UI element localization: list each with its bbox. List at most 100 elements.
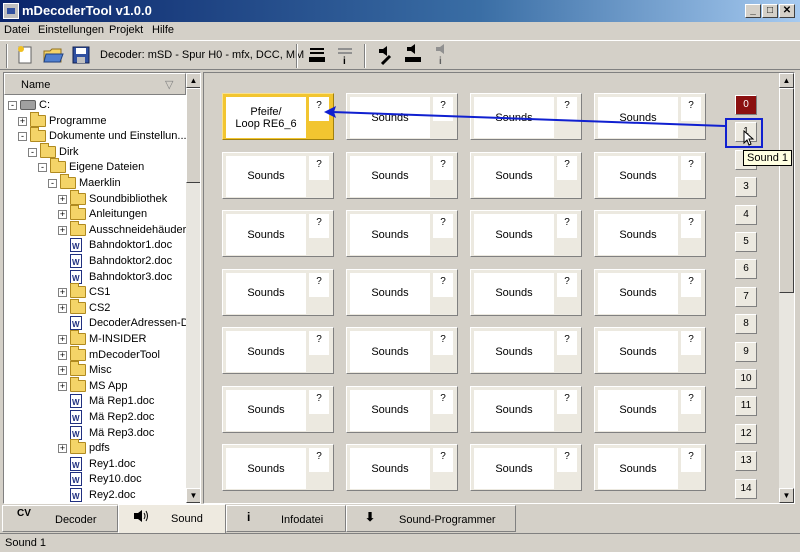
tree-item[interactable]: - Eigene Dateien (4, 158, 184, 175)
sound-slot-help-button[interactable]: ? (309, 155, 329, 180)
tree-item[interactable]: + MS App (4, 376, 184, 394)
sound-slot-help-button[interactable]: ? (681, 214, 701, 238)
sound-slot-button[interactable]: Sounds? (346, 151, 458, 199)
expand-icon[interactable]: + (58, 194, 67, 204)
sound-slot-help-button[interactable]: ? (433, 214, 453, 238)
tree-item[interactable]: + Misc (4, 361, 184, 378)
sound-slot-button[interactable]: Sounds? (222, 385, 334, 433)
minimize-button[interactable]: _ (745, 4, 761, 18)
tree-item[interactable]: Mä Rep2.doc (4, 409, 184, 427)
sound-slot-button[interactable]: Sounds? (470, 151, 582, 199)
expand-icon[interactable]: + (58, 335, 67, 344)
collapse-icon[interactable]: - (38, 163, 47, 173)
decoder-read-icon[interactable] (306, 44, 328, 66)
sound-number-button[interactable]: 5 (735, 232, 757, 252)
sound-slot-button[interactable]: Pfeife/Loop RE6_6? (222, 93, 334, 140)
tree-item[interactable]: Rey10.doc (4, 471, 184, 489)
tab-sound-programmer[interactable]: ⬇ Sound-Programmer (346, 505, 516, 532)
sound-slot-button[interactable]: Sounds? (346, 268, 458, 316)
tree-item[interactable]: Rey2.doc (4, 487, 184, 503)
sound-slot-help-button[interactable]: ? (433, 448, 453, 472)
sound-slot-help-button[interactable]: ? (557, 331, 577, 355)
tree-item[interactable]: + CS2 (4, 298, 184, 316)
tab-decoder[interactable]: CV Decoder (2, 505, 118, 532)
tree-item[interactable]: + pdfs (4, 439, 184, 456)
sound-number-button[interactable]: 9 (735, 341, 757, 362)
new-file-icon[interactable] (14, 44, 36, 66)
sound-slot-button[interactable]: Sounds? (470, 444, 582, 491)
sound-slot-button[interactable]: Sounds? (346, 444, 458, 491)
file-tree[interactable]: Name ▽ - C: + Programme - Dokumente und Einst… (3, 72, 201, 504)
tree-item[interactable]: + mDecoderTool (4, 345, 184, 363)
sound-slot-button[interactable]: Sounds? (346, 385, 458, 433)
expand-icon[interactable]: + (58, 288, 67, 298)
main-scroll-down-icon[interactable]: ▼ (779, 488, 794, 503)
tree-item[interactable]: + Soundbibliothek (4, 189, 184, 207)
sound-slot-help-button[interactable]: ? (433, 331, 453, 355)
sound-slot-help-button[interactable]: ? (309, 448, 329, 472)
sound-slot-button[interactable]: Sounds? (470, 210, 582, 257)
collapse-icon[interactable]: - (18, 132, 27, 142)
expand-icon[interactable]: + (58, 225, 67, 235)
decoder-info-icon[interactable]: i (334, 44, 356, 67)
tree-scroll-down-icon[interactable]: ▼ (186, 488, 200, 503)
sound-slot-button[interactable]: Sounds? (222, 268, 334, 316)
tree-scrollbar[interactable]: ▲ ▼ (186, 73, 200, 503)
tree-item[interactable]: + Anleitungen (4, 205, 184, 222)
sound-slot-button[interactable]: Sounds? (594, 327, 706, 374)
tree-item[interactable]: Bahndoktor3.doc (4, 269, 184, 287)
sound-slot-button[interactable]: Sounds? (594, 268, 706, 316)
sound-slot-help-button[interactable]: ? (557, 448, 577, 472)
sound-slot-help-button[interactable]: ? (557, 389, 577, 414)
collapse-icon[interactable]: - (48, 179, 57, 188)
sound-number-button[interactable]: 12 (735, 423, 757, 444)
tree-item[interactable]: - Maerklin (4, 174, 184, 191)
expand-icon[interactable]: + (58, 444, 67, 454)
sound-number-button[interactable]: 3 (735, 177, 757, 198)
expand-icon[interactable]: + (58, 350, 67, 360)
sound-slot-help-button[interactable]: ? (557, 272, 577, 297)
menu-einstellungen[interactable]: Einstellungen (38, 24, 104, 36)
sound-slot-button[interactable]: Sounds? (346, 327, 458, 374)
tree-item[interactable]: - Dirk (4, 142, 184, 160)
sound-slot-button[interactable]: Sounds? (222, 327, 334, 374)
sound-number-button[interactable]: 11 (735, 396, 757, 417)
sound-slot-button[interactable]: Sounds? (594, 151, 706, 199)
sound-slot-help-button[interactable]: ? (681, 448, 701, 472)
sound-slot-button[interactable]: Sounds? (594, 210, 706, 257)
sound-slot-button[interactable]: Sounds? (222, 210, 334, 257)
tab-infodatei[interactable]: i Infodatei (226, 505, 346, 532)
sound-slot-help-button[interactable]: ? (681, 155, 701, 180)
menu-projekt[interactable]: Projekt (109, 24, 143, 36)
menu-datei[interactable]: Datei (4, 24, 30, 36)
sound-slot-help-button[interactable]: ? (433, 389, 453, 414)
sound-slot-help-button[interactable]: ? (309, 389, 329, 414)
sound-slot-help-button[interactable]: ? (557, 155, 577, 180)
expand-icon[interactable]: + (58, 303, 67, 313)
tree-item[interactable]: DecoderAdressen-DI... (4, 315, 200, 333)
sound-slot-button[interactable]: Sounds? (346, 210, 458, 257)
tree-item[interactable]: Mä Rep1.doc (4, 393, 184, 411)
tree-item[interactable]: + M-INSIDER (4, 330, 184, 347)
tree-item[interactable]: + Programme (4, 111, 184, 129)
sound-slot-button[interactable]: Sounds? (594, 444, 706, 491)
sound-slot-button[interactable]: Sounds? (594, 385, 706, 433)
sound-slot-button[interactable]: Sounds? (470, 385, 582, 433)
main-scroll-thumb[interactable] (779, 88, 794, 293)
collapse-icon[interactable]: - (28, 147, 37, 157)
tree-scroll-up-icon[interactable]: ▲ (186, 73, 200, 88)
sound-slot-button[interactable]: Sounds? (222, 151, 334, 199)
expand-icon[interactable]: + (58, 366, 67, 376)
sound-slot-help-button[interactable]: ? (557, 214, 577, 238)
sound-info-icon[interactable]: i (430, 44, 452, 67)
menu-hilfe[interactable]: Hilfe (152, 24, 174, 36)
sound-number-button[interactable]: 13 (735, 451, 757, 472)
tree-scroll-thumb[interactable] (186, 88, 200, 183)
main-scroll-up-icon[interactable]: ▲ (779, 73, 794, 88)
tree-header[interactable]: Name ▽ (4, 73, 186, 95)
sound-slot-help-button[interactable]: ? (433, 272, 453, 297)
tree-item[interactable]: + Ausschneidehäuder (4, 220, 186, 238)
tree-item[interactable]: Bahndoktor2.doc (4, 253, 184, 271)
sound-slot-help-button[interactable]: ? (309, 214, 329, 238)
sound-slot-button[interactable]: Sounds? (470, 268, 582, 316)
